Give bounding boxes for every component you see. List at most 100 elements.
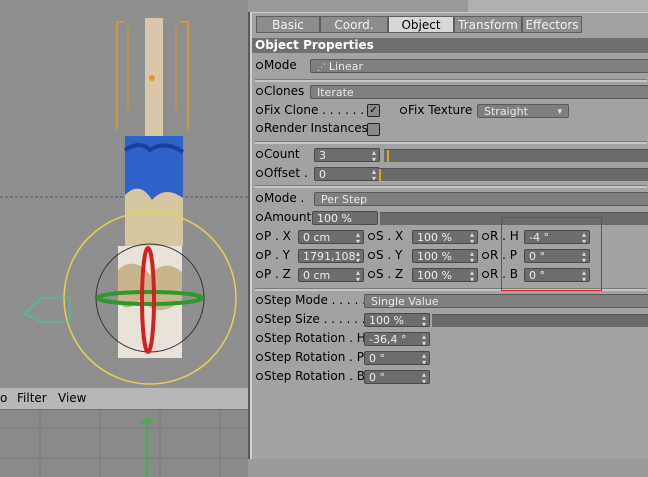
keyframe-bullet-icon[interactable] xyxy=(256,195,263,202)
step-mode-dropdown[interactable]: Single Value xyxy=(364,294,648,308)
keyframe-bullet-icon[interactable] xyxy=(256,151,263,158)
keyframe-bullet-icon[interactable] xyxy=(256,107,263,114)
axis-center-icon xyxy=(149,75,155,81)
mode-per-step-label: Mode . xyxy=(264,191,305,205)
clones-label: Clones xyxy=(264,84,305,98)
menu-view[interactable]: View xyxy=(58,391,86,405)
keyframe-bullet-icon[interactable] xyxy=(482,252,489,259)
keyframe-bullet-icon[interactable] xyxy=(368,252,375,259)
keyframe-bullet-icon[interactable] xyxy=(482,233,489,240)
step-size-row: Step Size . . . . . . . 100 % ▴ ▾ xyxy=(252,311,648,329)
pz-field[interactable]: 0 cm ▴ ▾ xyxy=(298,268,364,282)
keyframe-bullet-icon[interactable] xyxy=(256,252,263,259)
separator xyxy=(255,185,647,188)
menu-filter[interactable]: Filter xyxy=(17,391,47,405)
spinner-icon: ▴ ▾ xyxy=(469,249,474,263)
mode-per-step-dropdown[interactable]: Per Step xyxy=(314,192,648,206)
step-rot-p-label: Step Rotation . P xyxy=(264,350,365,364)
tab-coord[interactable]: Coord. xyxy=(320,16,388,33)
step-size-field[interactable]: 100 % ▴ ▾ xyxy=(364,313,430,327)
separator xyxy=(255,141,647,144)
linear-icon: ⋰ xyxy=(317,63,329,73)
menu-cut[interactable]: o xyxy=(0,391,7,405)
keyframe-bullet-icon[interactable] xyxy=(368,271,375,278)
step-rot-b-label: Step Rotation . B xyxy=(264,369,365,383)
keyframe-bullet-icon[interactable] xyxy=(482,271,489,278)
keyframe-bullet-icon[interactable] xyxy=(256,271,263,278)
fix-texture-dropdown[interactable]: Straight ▾ xyxy=(477,104,569,118)
render-instances-checkbox[interactable] xyxy=(367,123,380,136)
spinner-icon: ▴ ▾ xyxy=(371,148,376,162)
keyframe-bullet-icon[interactable] xyxy=(256,170,263,177)
bounding-bracket xyxy=(180,21,189,130)
step-mode-top-row: Mode . Per Step xyxy=(252,190,648,208)
render-instances-row: Render Instances xyxy=(252,120,648,138)
keyframe-bullet-icon[interactable] xyxy=(256,297,263,304)
tab-object[interactable]: Object xyxy=(388,16,454,33)
keyframe-bullet-icon[interactable] xyxy=(400,107,407,114)
tab-basic[interactable]: Basic xyxy=(256,16,320,33)
sz-label: S . Z xyxy=(376,267,404,281)
tab-bar: Basic Coord. Object Transform Effectors xyxy=(256,16,582,34)
3d-viewport[interactable] xyxy=(0,0,250,388)
keyframe-bullet-icon[interactable] xyxy=(256,233,263,240)
keyframe-bullet-icon[interactable] xyxy=(256,373,263,380)
keyframe-bullet-icon[interactable] xyxy=(256,88,263,95)
keyframe-bullet-icon[interactable] xyxy=(256,316,263,323)
step-mode-row: Step Mode . . . . . Single Value xyxy=(252,292,648,310)
step-rot-h-label: Step Rotation . H xyxy=(264,331,366,345)
clones-dropdown[interactable]: Iterate xyxy=(310,85,648,99)
separator xyxy=(255,79,647,82)
py-field[interactable]: 1791,108 ▴ ▾ xyxy=(298,249,364,263)
keyframe-bullet-icon[interactable] xyxy=(368,233,375,240)
step-rot-p-row: Step Rotation . P 0 ° ▴ ▾ xyxy=(252,349,648,367)
py-label: P . Y xyxy=(264,248,291,262)
fix-texture-label: Fix Texture xyxy=(408,103,473,117)
spinner-icon: ▴ ▾ xyxy=(469,230,474,244)
count-field[interactable]: 3 ▴ ▾ xyxy=(314,148,380,162)
spinner-icon: ▴ ▾ xyxy=(469,268,474,282)
spinner-icon: ▴ ▾ xyxy=(355,249,360,263)
chevron-down-icon: ▾ xyxy=(557,107,562,117)
sz-field[interactable]: 100 % ▴ ▾ xyxy=(412,268,478,282)
bounding-bracket xyxy=(116,21,125,130)
amount-field[interactable]: 100 % xyxy=(312,211,378,225)
offset-field[interactable]: 0 ▴ ▾ xyxy=(314,167,380,181)
step-size-slider[interactable] xyxy=(432,314,648,327)
spinner-icon: ▴ ▾ xyxy=(371,167,376,181)
spinner-icon: ▴ ▾ xyxy=(421,351,426,365)
fix-clone-label: Fix Clone . . . . . . . xyxy=(264,103,372,117)
amount-label: Amount xyxy=(264,210,312,224)
px-label: P . X xyxy=(264,229,291,243)
count-slider[interactable] xyxy=(384,149,648,162)
sx-field[interactable]: 100 % ▴ ▾ xyxy=(412,230,478,244)
offset-slider[interactable] xyxy=(378,168,648,181)
render-instances-label: Render Instances xyxy=(264,121,368,135)
count-label: Count xyxy=(264,147,300,161)
step-rot-h-row: Step Rotation . H -36,4 ° ▴ ▾ xyxy=(252,330,648,348)
keyframe-bullet-icon[interactable] xyxy=(256,125,263,132)
step-size-label: Step Size . . . . . . . xyxy=(264,312,374,326)
background-strip xyxy=(468,0,648,12)
step-rot-p-field[interactable]: 0 ° ▴ ▾ xyxy=(364,351,430,365)
spinner-icon: ▴ ▾ xyxy=(421,313,426,327)
camera-icon xyxy=(23,297,71,323)
tab-transform[interactable]: Transform xyxy=(454,16,522,33)
tab-effectors[interactable]: Effectors xyxy=(522,16,582,33)
step-rot-b-field[interactable]: 0 ° ▴ ▾ xyxy=(364,370,430,384)
highlight-box xyxy=(501,217,602,291)
spinner-icon: ▴ ▾ xyxy=(421,332,426,346)
fix-clone-checkbox[interactable]: ✓ xyxy=(367,104,380,117)
sy-field[interactable]: 100 % ▴ ▾ xyxy=(412,249,478,263)
count-row: Count 3 ▴ ▾ xyxy=(252,146,648,164)
panel-header: Object Properties xyxy=(252,38,648,53)
keyframe-bullet-icon[interactable] xyxy=(256,354,263,361)
step-rot-h-field[interactable]: -36,4 ° ▴ ▾ xyxy=(364,332,430,346)
keyframe-bullet-icon[interactable] xyxy=(256,62,263,69)
step-mode-label: Step Mode . . . . . xyxy=(264,293,366,307)
spinner-icon: ▴ ▾ xyxy=(355,230,360,244)
px-field[interactable]: 0 cm ▴ ▾ xyxy=(298,230,364,244)
keyframe-bullet-icon[interactable] xyxy=(256,214,263,221)
keyframe-bullet-icon[interactable] xyxy=(256,335,263,342)
mode-dropdown[interactable]: ⋰ Linear xyxy=(310,59,648,73)
